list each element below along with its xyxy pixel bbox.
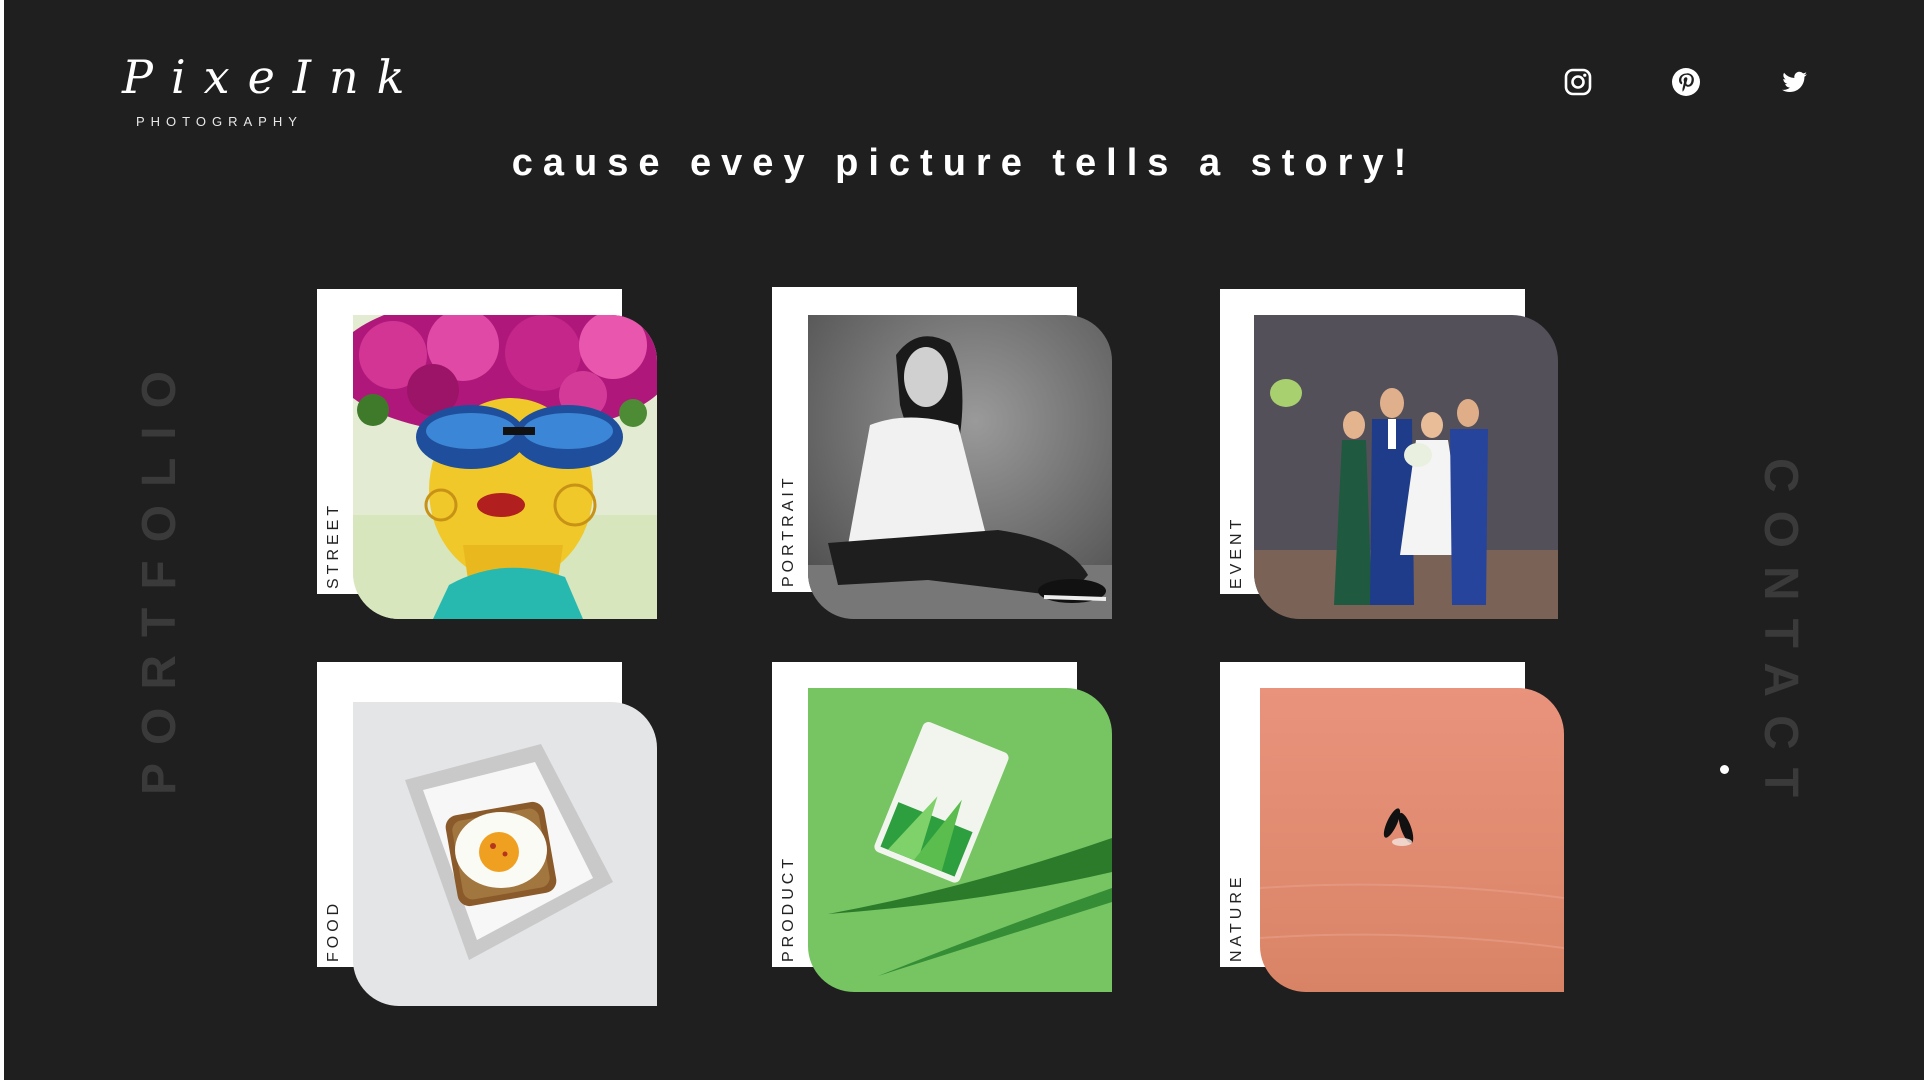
portfolio-card-event[interactable]: EVENT	[1220, 289, 1560, 649]
nature-photo	[1260, 688, 1564, 992]
product-photo	[808, 688, 1112, 992]
contact-dot-indicator	[1720, 765, 1729, 774]
contact-side-label[interactable]: CONTACT	[1753, 458, 1808, 815]
pinterest-link[interactable]	[1670, 66, 1702, 98]
tagline: cause evey picture tells a story!	[511, 142, 1417, 184]
brand-logo[interactable]: PixeInk PHOTOGRAPHY	[122, 50, 423, 129]
brand-subtitle: PHOTOGRAPHY	[136, 114, 303, 129]
category-label-product: PRODUCT	[780, 854, 797, 962]
category-label-street: STREET	[325, 501, 342, 589]
twitter-icon	[1782, 71, 1807, 92]
category-label-nature: NATURE	[1228, 873, 1245, 962]
category-label-event: EVENT	[1228, 515, 1245, 589]
pinterest-icon	[1672, 68, 1700, 96]
twitter-link[interactable]	[1778, 66, 1810, 98]
event-photo	[1254, 315, 1558, 619]
page-frame: PixeInk PHOTOGRAPHY cause evey picture t…	[4, 0, 1924, 1080]
brand-name: PixeInk	[122, 50, 423, 104]
instagram-link[interactable]	[1562, 66, 1594, 98]
portfolio-card-nature[interactable]: NATURE	[1220, 662, 1564, 1022]
portfolio-side-label[interactable]: PORTFOLIO	[132, 353, 187, 795]
portfolio-card-portrait[interactable]: PORTRAIT	[772, 287, 1112, 647]
portrait-photo	[808, 315, 1112, 619]
food-photo	[353, 702, 657, 1006]
category-label-portrait: PORTRAIT	[780, 474, 797, 587]
portfolio-card-product[interactable]: PRODUCT	[772, 662, 1112, 1022]
street-photo	[353, 315, 657, 619]
portfolio-card-food[interactable]: FOOD	[317, 662, 657, 1022]
category-label-food: FOOD	[325, 899, 342, 962]
portfolio-card-street[interactable]: STREET	[317, 289, 657, 649]
instagram-icon	[1564, 68, 1592, 96]
